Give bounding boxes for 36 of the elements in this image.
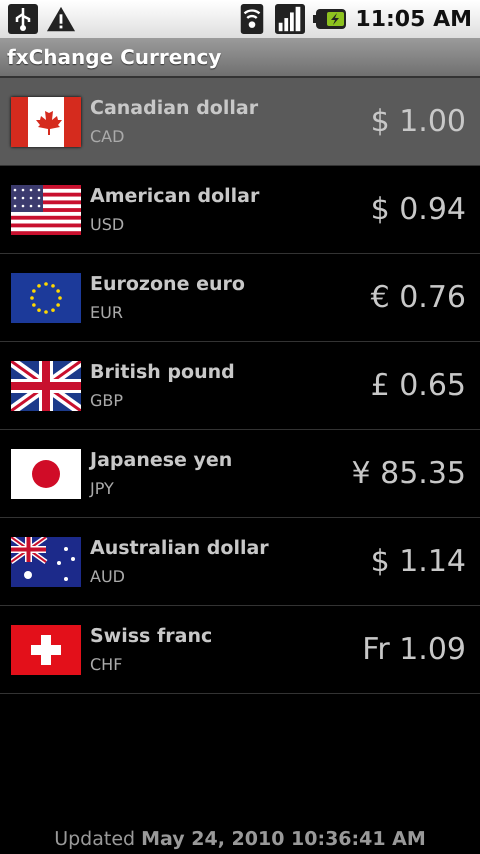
- currency-code: CAD: [90, 127, 126, 146]
- currency-amount: € 0.76: [370, 280, 466, 315]
- currency-row[interactable]: Canadian dollar CAD $ 1.00: [0, 78, 480, 166]
- currency-name: Japanese yen: [90, 449, 234, 471]
- updated-text: Updated May 24, 2010 10:36:41 AM: [54, 828, 426, 850]
- currency-amount: $ 1.14: [370, 544, 466, 579]
- currency-code: GBP: [90, 391, 124, 410]
- currency-code: AUD: [90, 567, 126, 586]
- battery-icon: [313, 8, 348, 30]
- app-title: fxChange Currency: [7, 45, 222, 69]
- currency-name: American dollar: [90, 185, 260, 207]
- flag-icon: [11, 448, 81, 498]
- flag-icon: [11, 360, 81, 410]
- warning-icon: [46, 4, 76, 34]
- flag-icon: [11, 184, 81, 234]
- currency-name: Canadian dollar: [90, 97, 260, 119]
- flag-icon: [11, 624, 81, 674]
- flag-icon: [11, 272, 81, 322]
- currency-code: USD: [90, 215, 126, 234]
- currency-amount: £ 0.65: [370, 368, 466, 403]
- currency-name: British pound: [90, 361, 236, 383]
- currency-amount: $ 1.00: [370, 104, 466, 139]
- status-time: 11:05 AM: [355, 6, 472, 32]
- currency-name: Swiss franc: [90, 625, 214, 647]
- currency-amount: ¥ 85.35: [351, 456, 466, 491]
- currency-name: Australian dollar: [90, 537, 270, 559]
- signal-icon: [275, 4, 306, 34]
- currency-code: EUR: [90, 303, 124, 322]
- flag-icon: [11, 96, 81, 146]
- currency-code: CHF: [90, 655, 124, 674]
- flag-icon: [11, 536, 81, 586]
- currency-code: JPY: [90, 479, 115, 498]
- currency-name: Eurozone euro: [90, 273, 246, 295]
- usb-icon: [8, 4, 38, 34]
- currency-amount: Fr 1.09: [362, 632, 466, 667]
- currency-amount: $ 0.94: [370, 192, 466, 227]
